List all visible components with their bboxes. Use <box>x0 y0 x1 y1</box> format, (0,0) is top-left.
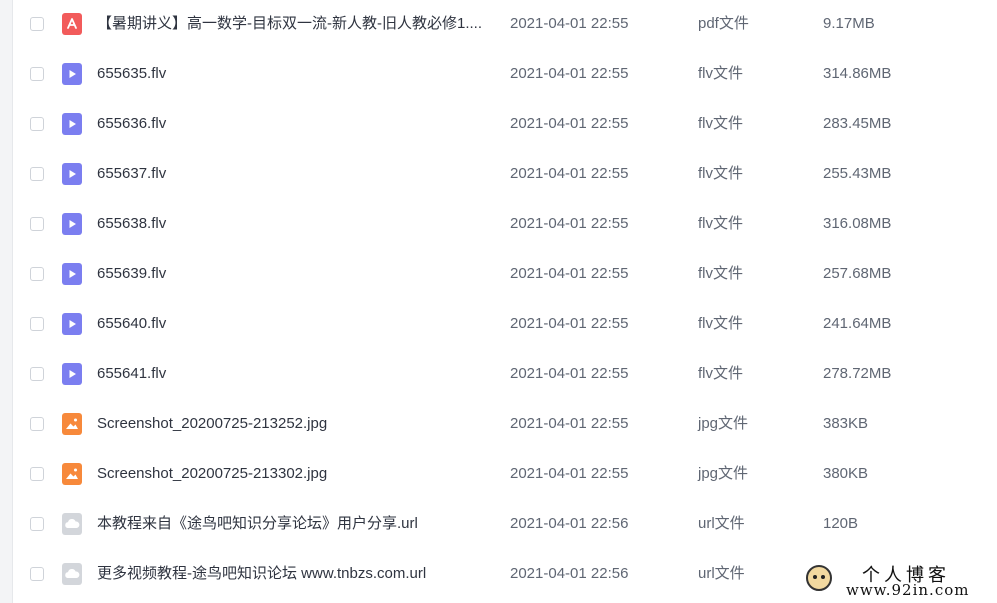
row-checkbox[interactable] <box>30 517 44 531</box>
file-date: 2021-04-01 22:55 <box>510 165 629 182</box>
file-row[interactable]: 655641.flv 2021-04-01 22:55 flv文件 278.72… <box>12 350 997 400</box>
file-type: url文件 <box>698 565 745 582</box>
file-size: 314.86MB <box>823 65 892 82</box>
row-checkbox[interactable] <box>30 567 44 581</box>
pdf-icon <box>62 13 82 35</box>
file-type: flv文件 <box>698 365 744 382</box>
row-checkbox[interactable] <box>30 367 44 381</box>
file-type: flv文件 <box>698 315 744 332</box>
file-size: 255.43MB <box>823 165 892 182</box>
file-size: 278.72MB <box>823 365 892 382</box>
file-name[interactable]: 更多视频教程-途鸟吧知识论坛 www.tnbzs.com.url <box>97 565 492 583</box>
watermark-avatar-icon <box>806 565 832 591</box>
file-name[interactable]: Screenshot_20200725-213302.jpg <box>97 465 492 483</box>
link-icon <box>62 513 82 535</box>
file-name[interactable]: 655636.flv <box>97 115 492 133</box>
file-date: 2021-04-01 22:55 <box>510 415 629 432</box>
video-icon <box>62 163 82 185</box>
file-type: pdf文件 <box>698 15 749 32</box>
file-row[interactable]: 655637.flv 2021-04-01 22:55 flv文件 255.43… <box>12 150 997 200</box>
file-name[interactable]: 655637.flv <box>97 165 492 183</box>
file-size: 241.64MB <box>823 315 892 332</box>
video-icon <box>62 213 82 235</box>
video-icon <box>62 363 82 385</box>
file-size: 120B <box>823 515 859 532</box>
file-type: flv文件 <box>698 65 744 82</box>
row-checkbox[interactable] <box>30 17 44 31</box>
file-date: 2021-04-01 22:55 <box>510 465 629 482</box>
link-icon <box>62 563 82 585</box>
file-type: flv文件 <box>698 165 744 182</box>
file-name[interactable]: 655635.flv <box>97 65 492 83</box>
video-icon <box>62 263 82 285</box>
file-type: flv文件 <box>698 265 744 282</box>
file-date: 2021-04-01 22:55 <box>510 115 629 132</box>
row-checkbox[interactable] <box>30 217 44 231</box>
row-checkbox[interactable] <box>30 67 44 81</box>
row-checkbox[interactable] <box>30 167 44 181</box>
row-checkbox[interactable] <box>30 117 44 131</box>
file-name[interactable]: 655641.flv <box>97 365 492 383</box>
file-name[interactable]: 655640.flv <box>97 315 492 333</box>
file-type: flv文件 <box>698 115 744 132</box>
row-checkbox[interactable] <box>30 417 44 431</box>
file-name[interactable]: Screenshot_20200725-213252.jpg <box>97 415 492 433</box>
row-checkbox[interactable] <box>30 467 44 481</box>
file-row[interactable]: 【暑期讲义】高一数学-目标双一流-新人教-旧人教必修1.... 2021-04-… <box>12 0 997 50</box>
watermark-url: www.92in.com <box>846 581 970 599</box>
file-date: 2021-04-01 22:55 <box>510 365 629 382</box>
file-size: 257.68MB <box>823 265 892 282</box>
file-row[interactable]: Screenshot_20200725-213302.jpg 2021-04-0… <box>12 450 997 500</box>
video-icon <box>62 113 82 135</box>
file-name[interactable]: 655638.flv <box>97 215 492 233</box>
file-size: 283.45MB <box>823 115 892 132</box>
file-size: 380KB <box>823 465 869 482</box>
row-checkbox[interactable] <box>30 267 44 281</box>
file-row[interactable]: 655635.flv 2021-04-01 22:55 flv文件 314.86… <box>12 50 997 100</box>
file-date: 2021-04-01 22:55 <box>510 265 629 282</box>
file-row[interactable]: 655638.flv 2021-04-01 22:55 flv文件 316.08… <box>12 200 997 250</box>
file-size: 383KB <box>823 415 869 432</box>
file-date: 2021-04-01 22:56 <box>510 515 629 532</box>
file-date: 2021-04-01 22:55 <box>510 65 629 82</box>
file-row[interactable]: Screenshot_20200725-213252.jpg 2021-04-0… <box>12 400 997 450</box>
video-icon <box>62 63 82 85</box>
file-size: 9.17MB <box>823 15 875 32</box>
file-name[interactable]: 655639.flv <box>97 265 492 283</box>
file-date: 2021-04-01 22:55 <box>510 15 629 32</box>
file-date: 2021-04-01 22:55 <box>510 315 629 332</box>
file-type: flv文件 <box>698 215 744 232</box>
image-icon <box>62 413 82 435</box>
file-type: jpg文件 <box>698 415 749 432</box>
file-type: jpg文件 <box>698 465 749 482</box>
file-date: 2021-04-01 22:55 <box>510 215 629 232</box>
image-icon <box>62 463 82 485</box>
row-checkbox[interactable] <box>30 317 44 331</box>
watermark: 个人博客 www.92in.com <box>800 557 997 603</box>
file-size: 316.08MB <box>823 215 892 232</box>
file-row[interactable]: 655640.flv 2021-04-01 22:55 flv文件 241.64… <box>12 300 997 350</box>
file-name[interactable]: 本教程来自《途鸟吧知识分享论坛》用户分享.url <box>97 515 492 533</box>
file-row[interactable]: 655639.flv 2021-04-01 22:55 flv文件 257.68… <box>12 250 997 300</box>
file-type: url文件 <box>698 515 745 532</box>
video-icon <box>62 313 82 335</box>
file-list: 【暑期讲义】高一数学-目标双一流-新人教-旧人教必修1.... 2021-04-… <box>12 0 997 600</box>
file-date: 2021-04-01 22:56 <box>510 565 629 582</box>
file-row[interactable]: 655636.flv 2021-04-01 22:55 flv文件 283.45… <box>12 100 997 150</box>
file-row[interactable]: 本教程来自《途鸟吧知识分享论坛》用户分享.url 2021-04-01 22:5… <box>12 500 997 550</box>
file-name[interactable]: 【暑期讲义】高一数学-目标双一流-新人教-旧人教必修1.... <box>97 15 492 33</box>
